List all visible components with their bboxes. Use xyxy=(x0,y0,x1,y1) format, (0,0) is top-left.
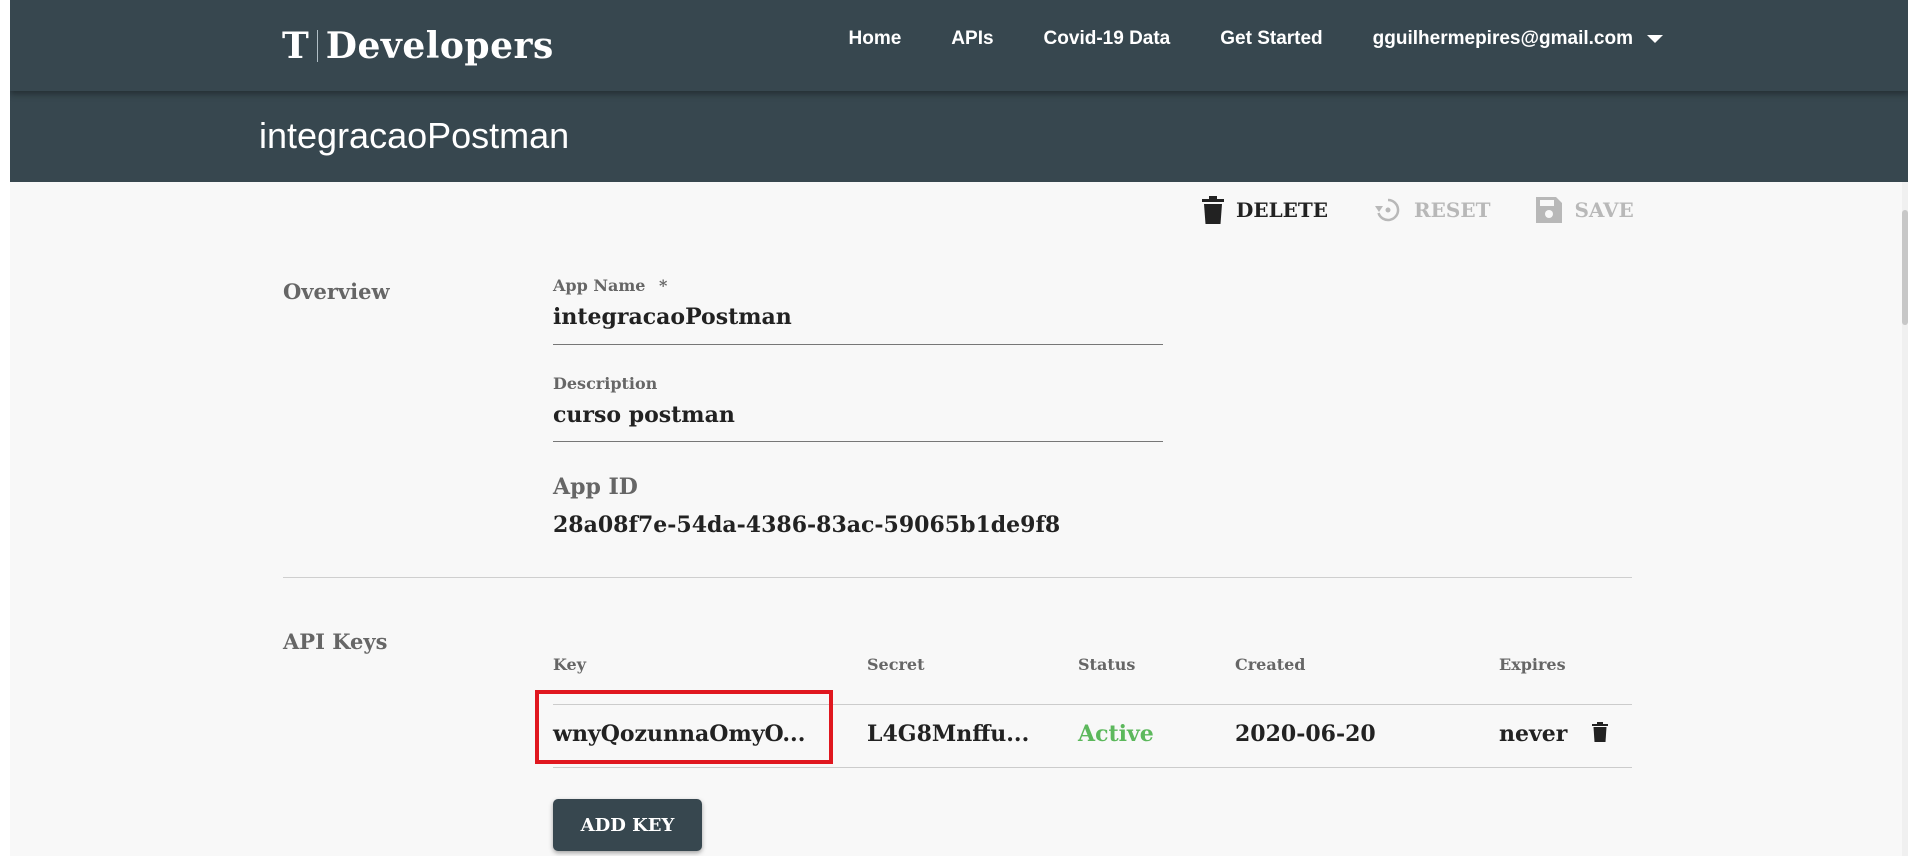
col-header-key: Key xyxy=(553,655,587,674)
nav-get-started-link[interactable]: Get Started xyxy=(1220,28,1322,50)
delete-button[interactable]: DELETE xyxy=(1202,196,1328,224)
reset-icon xyxy=(1374,196,1402,224)
app-id-label: App ID xyxy=(553,474,638,500)
app-header: integracaoPostman xyxy=(10,91,1908,182)
add-key-button[interactable]: ADD KEY xyxy=(553,799,702,851)
page: T Developers Home APIs Covid-19 Data Get… xyxy=(10,0,1908,856)
required-marker: * xyxy=(659,276,668,295)
description-input[interactable] xyxy=(553,402,1153,428)
status-badge: Active xyxy=(1078,721,1154,747)
expires-cell: never xyxy=(1499,721,1568,747)
col-header-expires: Expires xyxy=(1499,655,1566,674)
app-toolbar: DELETE RESET SAVE xyxy=(1202,192,1652,228)
reset-label: RESET xyxy=(1414,198,1491,222)
reset-button[interactable]: RESET xyxy=(1374,196,1490,224)
user-menu[interactable]: gguilhermepires@gmail.com xyxy=(1373,28,1663,50)
page-title: integracaoPostman xyxy=(259,115,570,156)
description-label: Description xyxy=(553,374,658,393)
overview-section-label: Overview xyxy=(283,279,390,304)
save-icon xyxy=(1536,197,1563,223)
col-header-secret: Secret xyxy=(867,655,925,674)
logo-text: Developers xyxy=(325,25,554,67)
app-name-input[interactable] xyxy=(553,304,1153,330)
nyt-logo-mark: T xyxy=(282,25,309,67)
key-highlight-annotation xyxy=(535,690,833,764)
section-divider xyxy=(283,577,1632,578)
description-underline xyxy=(553,441,1163,442)
delete-key-trash-icon[interactable] xyxy=(1592,722,1608,747)
top-navbar: T Developers Home APIs Covid-19 Data Get… xyxy=(10,0,1908,91)
created-cell: 2020-06-20 xyxy=(1235,721,1376,747)
col-header-status: Status xyxy=(1078,655,1136,674)
logo-separator xyxy=(316,30,318,62)
app-name-label-text: App Name xyxy=(553,276,646,295)
nyt-developers-logo[interactable]: T Developers xyxy=(282,22,554,70)
user-email: gguilhermepires@gmail.com xyxy=(1372,28,1633,49)
save-button[interactable]: SAVE xyxy=(1536,197,1634,223)
col-header-created: Created xyxy=(1235,655,1306,674)
nav-covid-data-link[interactable]: Covid-19 Data xyxy=(1044,28,1171,50)
chevron-down-icon xyxy=(1647,35,1663,43)
app-id-value: 28a08f7e-54da-4386-83ac-59065b1de9f8 xyxy=(553,512,1061,538)
secret-cell[interactable]: L4G8Mnffu... xyxy=(867,721,1029,747)
nav-links: Home APIs Covid-19 Data Get Started ggui… xyxy=(799,28,1663,50)
save-label: SAVE xyxy=(1574,198,1634,222)
trash-icon xyxy=(1202,196,1224,224)
app-name-label: App Name * xyxy=(553,276,667,295)
delete-label: DELETE xyxy=(1236,198,1329,222)
api-keys-section-label: API Keys xyxy=(283,629,388,654)
nav-apis-link[interactable]: APIs xyxy=(951,28,993,50)
table-row-divider xyxy=(553,767,1632,768)
nav-home-link[interactable]: Home xyxy=(849,28,902,50)
app-name-underline xyxy=(553,344,1163,345)
scrollbar-thumb[interactable] xyxy=(1902,210,1908,325)
